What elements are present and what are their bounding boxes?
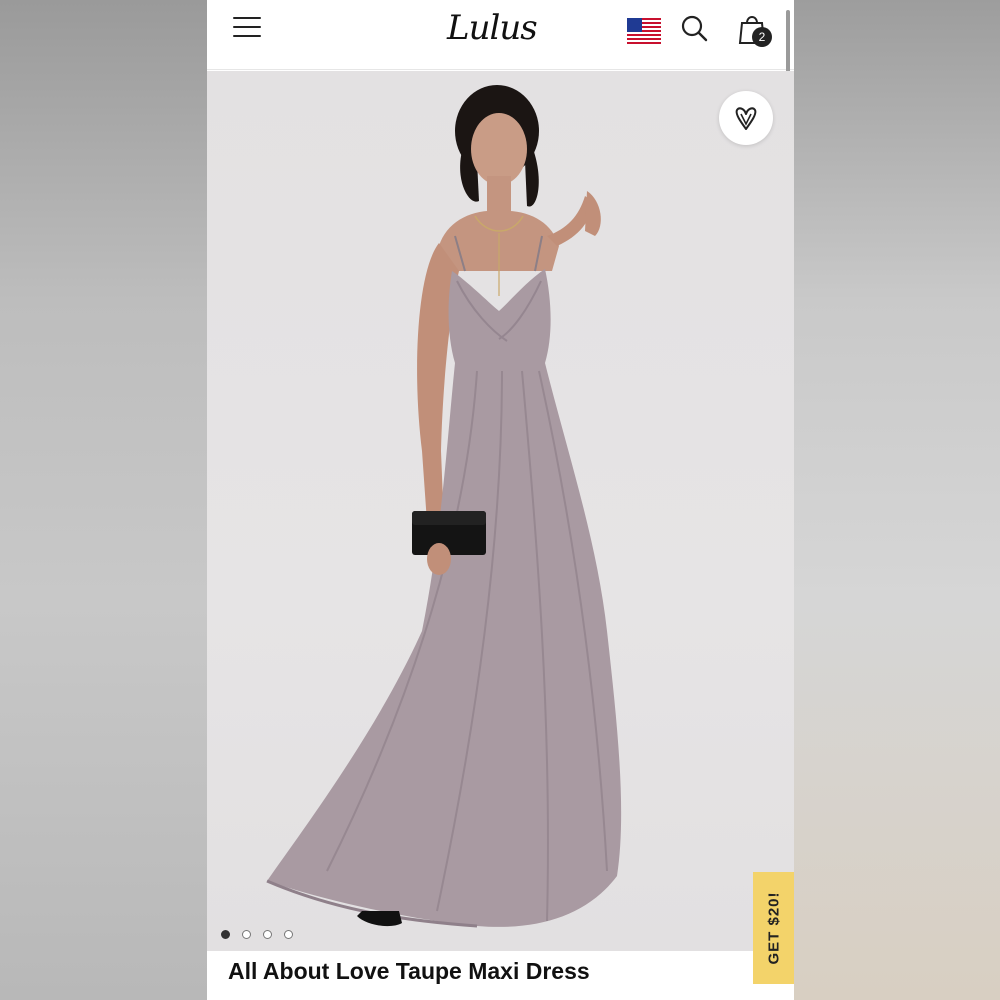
- product-title: All About Love Taupe Maxi Dress: [228, 958, 590, 984]
- gallery-dot-1[interactable]: [221, 930, 230, 939]
- promo-tab[interactable]: GET $20!: [753, 872, 794, 984]
- wishlist-button[interactable]: [719, 91, 773, 145]
- model-in-dress-illustration: [266, 85, 622, 928]
- promo-label: GET $20!: [765, 891, 782, 965]
- gallery-pagination: [221, 926, 305, 939]
- background-left: [0, 0, 207, 1000]
- cart-count-badge: 2: [752, 27, 772, 47]
- background-right: [794, 0, 1000, 1000]
- gallery-dot-4[interactable]: [284, 930, 293, 939]
- phone-screen: Lulus 2 GET $20! All About Love Taupe Ma…: [207, 0, 794, 1000]
- site-logo[interactable]: Lulus: [447, 6, 557, 50]
- heart-icon: [735, 107, 757, 130]
- gallery-dot-3[interactable]: [263, 930, 272, 939]
- search-icon[interactable]: [680, 14, 708, 42]
- gallery-dot-2[interactable]: [242, 930, 251, 939]
- product-image[interactable]: [207, 71, 794, 951]
- hamburger-menu-icon[interactable]: [233, 17, 261, 39]
- us-flag-icon[interactable]: [627, 18, 661, 44]
- top-navigation-bar: Lulus 2: [207, 0, 794, 70]
